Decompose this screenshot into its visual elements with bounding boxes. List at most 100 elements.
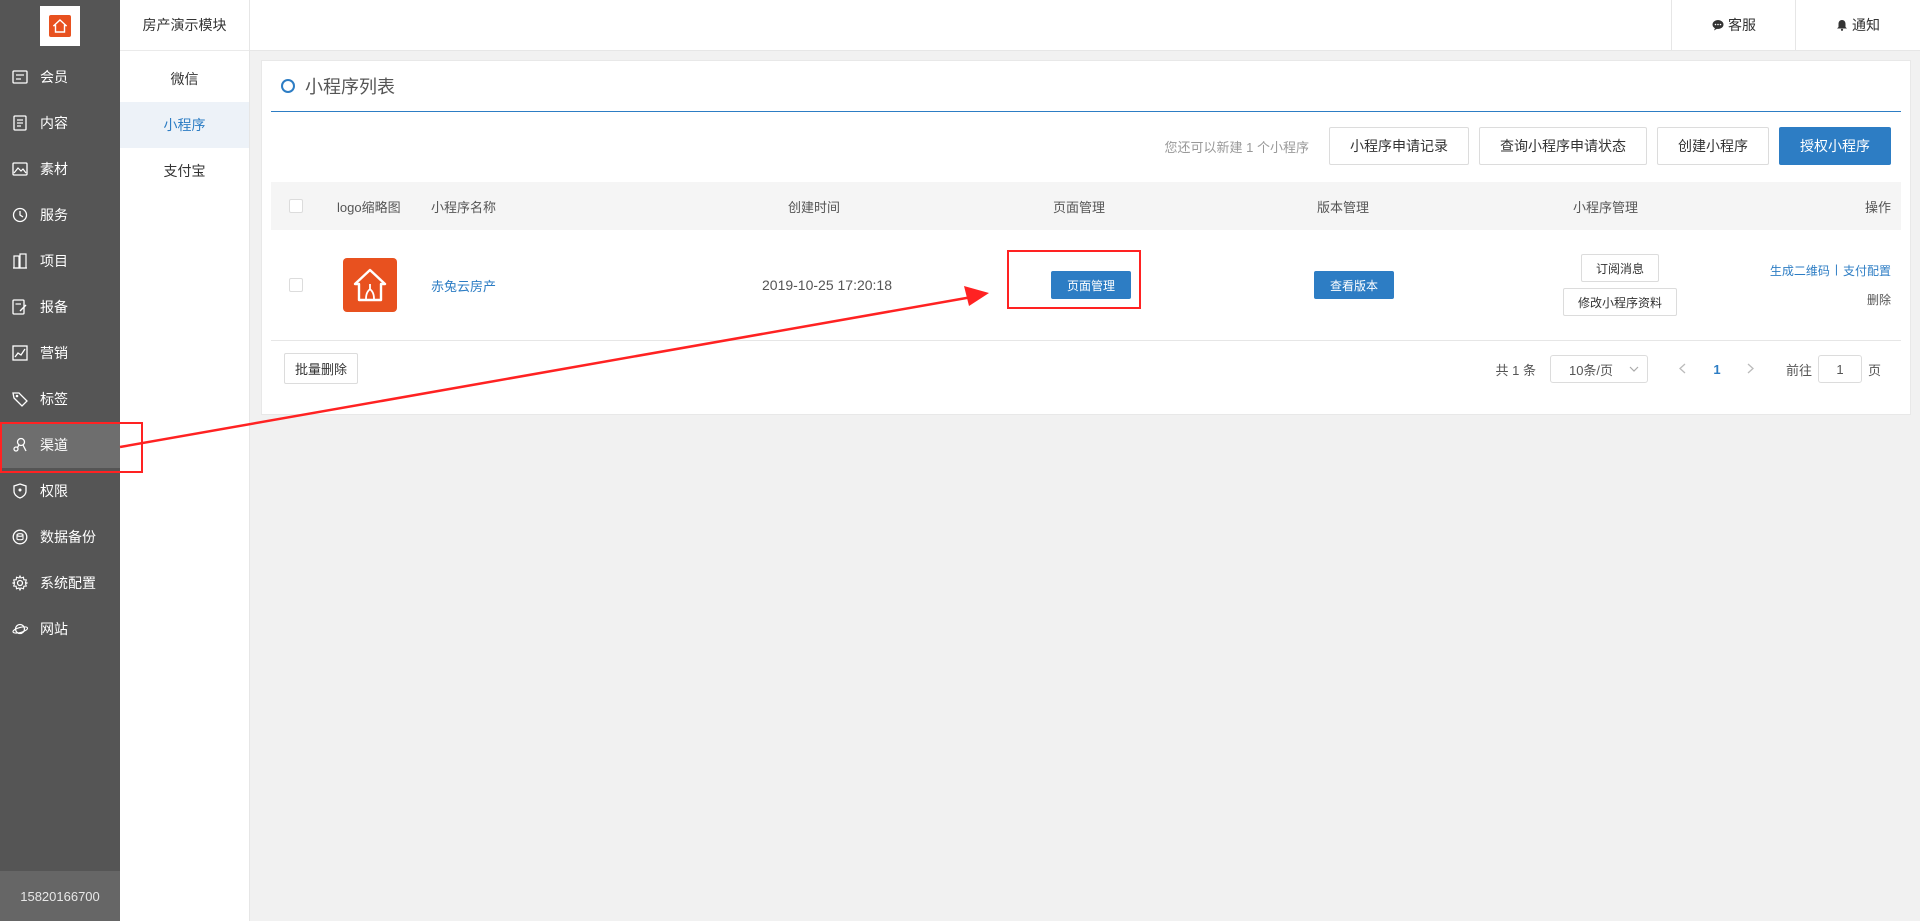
sidebar-item-system-config[interactable]: 系统配置 [0, 560, 120, 606]
page-number-current[interactable]: 1 [1700, 362, 1734, 377]
edit-miniprogram-info-button[interactable]: 修改小程序资料 [1562, 288, 1677, 316]
sidebar-item-label: 素材 [40, 161, 68, 177]
sidebar-item-label: 会员 [40, 69, 68, 85]
panel-header: 小程序列表 [271, 61, 1901, 112]
image-icon [11, 160, 29, 178]
pagination: 共 1 条 10条/页 1 前往 页 [1495, 353, 1881, 385]
customer-service-label: 客服 [1728, 17, 1756, 33]
sidebar-item-label: 网站 [40, 621, 68, 637]
module-subsidebar: 房产演示模块 微信 小程序 支付宝 [120, 0, 250, 921]
sidebar-item-backup[interactable]: 数据备份 [0, 514, 120, 560]
delete-link[interactable]: 删除 [1867, 291, 1891, 308]
house-logo-icon [49, 15, 71, 37]
chevron-down-icon [1629, 366, 1639, 372]
app-logo[interactable] [40, 6, 80, 46]
sidebar-item-service[interactable]: 服务 [0, 192, 120, 238]
subscribe-message-button[interactable]: 订阅消息 [1580, 254, 1659, 282]
bell-icon [1837, 20, 1847, 31]
page-unit-label: 页 [1867, 362, 1881, 378]
row-logo-thumbnail [343, 230, 397, 340]
chevron-right-icon [1748, 363, 1755, 374]
house-logo-icon [343, 258, 397, 312]
total-count: 共 1 条 [1495, 362, 1536, 378]
sidebar-item-marketing[interactable]: 营销 [0, 330, 120, 376]
table-header: logo缩略图 小程序名称 创建时间 页面管理 版本管理 小程序管理 操作 [271, 182, 1901, 230]
page-size-value: 10条/页 [1568, 362, 1614, 378]
payment-config-link[interactable]: 支付配置 [1843, 262, 1891, 279]
database-icon [11, 528, 29, 546]
shield-icon [11, 482, 29, 500]
authorize-miniprogram-button[interactable]: 授权小程序 [1779, 127, 1891, 165]
sidebar-item-member[interactable]: 会员 [0, 54, 120, 100]
quota-note: 您还可以新建 1 个小程序 [1164, 139, 1309, 155]
goto-label: 前往 [1785, 362, 1812, 378]
sidebar-item-label: 数据备份 [40, 529, 96, 545]
sidebar-item-content[interactable]: 内容 [0, 100, 120, 146]
sidebar-item-report[interactable]: 报备 [0, 284, 120, 330]
col-created: 创建时间 [788, 199, 841, 215]
chat-bubble-icon [1712, 20, 1724, 31]
edit-doc-icon [11, 298, 29, 316]
sidebar-item-channel[interactable]: 渠道 [0, 422, 120, 468]
notification-button[interactable]: 通知 [1795, 0, 1920, 50]
application-records-button[interactable]: 小程序申请记录 [1329, 127, 1469, 165]
col-miniprogram-manage: 小程序管理 [1573, 199, 1639, 215]
sidebar-item-label: 项目 [40, 253, 68, 269]
batch-delete-button[interactable]: 批量删除 [284, 353, 359, 384]
create-miniprogram-button[interactable]: 创建小程序 [1657, 127, 1769, 165]
sidebar-item-label: 权限 [40, 483, 68, 499]
sidebar-item-label: 渠道 [40, 437, 68, 453]
view-version-button[interactable]: 查看版本 [1314, 271, 1395, 299]
row-checkbox[interactable] [289, 230, 303, 340]
sidebar-item-label: 标签 [40, 391, 68, 407]
notification-label: 通知 [1852, 17, 1880, 33]
subnav-alipay[interactable]: 支付宝 [120, 148, 249, 194]
page-size-select[interactable]: 10条/页 [1549, 355, 1648, 383]
miniprogram-name-link[interactable]: 赤兔云房产 [431, 230, 496, 340]
goto-page-input[interactable] [1817, 355, 1862, 383]
subnav-miniprogram[interactable]: 小程序 [120, 102, 249, 148]
sidebar-item-website[interactable]: 网站 [0, 606, 120, 652]
col-version-manage: 版本管理 [1317, 199, 1370, 215]
miniprogram-list-panel: 小程序列表 您还可以新建 1 个小程序 小程序申请记录 查询小程序申请状态 创建… [261, 60, 1911, 415]
planet-icon [11, 620, 29, 638]
sidebar-item-label: 系统配置 [40, 575, 96, 591]
col-name: 小程序名称 [431, 199, 497, 215]
col-page-manage: 页面管理 [1053, 199, 1106, 215]
gear-icon [11, 574, 29, 592]
generate-qrcode-link[interactable]: 生成二维码 [1770, 262, 1830, 279]
module-title: 房产演示模块 [120, 0, 249, 51]
query-application-status-button[interactable]: 查询小程序申请状态 [1479, 127, 1647, 165]
chevron-left-icon [1679, 363, 1686, 374]
sidebar-item-label: 报备 [40, 299, 68, 315]
prev-page-button[interactable] [1666, 361, 1700, 377]
tag-icon [11, 390, 29, 408]
document-icon [11, 114, 29, 132]
top-bar: 客服 通知 [250, 0, 1920, 51]
page-title: 小程序列表 [305, 77, 395, 97]
sidebar-item-material[interactable]: 素材 [0, 146, 120, 192]
page-manage-button[interactable]: 页面管理 [1051, 271, 1132, 299]
next-page-button[interactable] [1734, 361, 1768, 377]
building-icon [11, 252, 29, 270]
action-separator: | [1834, 262, 1838, 276]
col-logo: logo缩略图 [337, 199, 401, 215]
sidebar-item-label: 服务 [40, 207, 68, 223]
actions-cell: 生成二维码 | 支付配置 删除 [1770, 230, 1891, 340]
customer-service-button[interactable]: 客服 [1671, 0, 1796, 50]
sidebar-item-project[interactable]: 项目 [0, 238, 120, 284]
table-row: 赤兔云房产 2019-10-25 17:20:18 页面管理 查看版本 订阅消息… [271, 230, 1901, 341]
user-account[interactable]: 15820166700 [0, 871, 120, 921]
sidebar-item-label: 内容 [40, 115, 68, 131]
chart-icon [11, 344, 29, 362]
sidebar-item-tag[interactable]: 标签 [0, 376, 120, 422]
table-footer: 批量删除 共 1 条 10条/页 1 前往 页 [271, 351, 1901, 393]
subnav-wechat[interactable]: 微信 [120, 56, 249, 102]
toolbar: 您还可以新建 1 个小程序 小程序申请记录 查询小程序申请状态 创建小程序 授权… [1165, 126, 1891, 166]
version-cell: 查看版本 [1314, 230, 1395, 340]
sidebar-item-permission[interactable]: 权限 [0, 468, 120, 514]
created-time: 2019-10-25 17:20:18 [762, 277, 892, 293]
select-all-checkbox[interactable] [289, 182, 303, 230]
page-manage-cell: 页面管理 [1051, 230, 1132, 340]
circle-icon [281, 79, 295, 93]
